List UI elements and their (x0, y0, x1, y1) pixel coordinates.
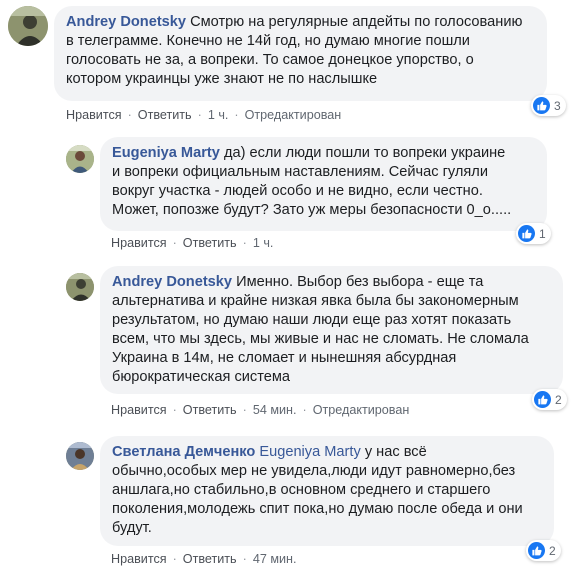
comment-text-line: голосовать не за, а вопреки. То самое до… (66, 52, 474, 68)
comment-text-line: котором украинцы уже знают не по наслышк… (66, 71, 378, 87)
comment-text-line: альтернатива и крайне низкая явка была б… (112, 293, 519, 309)
reaction-count[interactable]: 1 (516, 223, 551, 244)
avatar[interactable] (8, 6, 48, 46)
reaction-number: 2 (555, 392, 562, 407)
comment-text-line: Именно. Выбор без выбора - еще та (236, 274, 484, 290)
comment-actions: Нравится · Ответить · 1 ч. (111, 236, 274, 250)
comment-author[interactable]: Andrey Donetsky (66, 14, 186, 30)
comment-text-line: результатом, но думаю наши люди еще раз … (112, 312, 512, 328)
like-link[interactable]: Нравится (111, 236, 167, 250)
comment-bubble: Eugeniya Marty да) если люди пошли то во… (100, 137, 547, 231)
reaction-number: 3 (554, 98, 561, 113)
edited-label: Отредактирован (312, 403, 410, 417)
like-icon (518, 225, 535, 242)
comment-text-line: будут. (112, 520, 152, 536)
comment-text-line: да) если люди пошли то вопреки украине (223, 145, 506, 161)
reaction-count[interactable]: 2 (526, 540, 561, 561)
avatar[interactable] (66, 273, 94, 301)
comment-actions: Нравится · Ответить · 47 мин. (111, 552, 297, 566)
reaction-number: 1 (539, 226, 546, 241)
comment-text-line: и вопреки официальным наставлениям. Сейч… (112, 164, 488, 180)
comment-text-line: Украина в 14м, не сломает и нынешняя абс… (112, 350, 457, 366)
comment-text-line: всем, что мы здесь, мы живые и нас не сл… (112, 331, 529, 347)
like-icon (533, 97, 550, 114)
comment-text-line: у нас всё (364, 444, 427, 460)
timestamp[interactable]: 1 ч. (208, 108, 229, 122)
reaction-count[interactable]: 2 (532, 389, 567, 410)
like-icon (534, 391, 551, 408)
comment-actions: Нравится · Ответить · 1 ч. · Отредактирован (66, 108, 342, 122)
comment-author[interactable]: Andrey Donetsky (112, 274, 232, 290)
comment-text-line: Может, попозже будут? Зато уж меры безоп… (112, 202, 512, 218)
comment-text-line: обычно,особых мер не увидела,люди идут р… (112, 463, 516, 479)
comment-text-line: бюрократическая система (112, 369, 290, 385)
avatar[interactable] (66, 442, 94, 470)
timestamp[interactable]: 1 ч. (253, 236, 274, 250)
mention-link[interactable]: Eugeniya Marty (259, 444, 360, 460)
avatar[interactable] (66, 145, 94, 173)
reply-link[interactable]: Ответить (183, 403, 237, 417)
comment-text-line: аншлага,но стабильно,в основном среднего… (112, 482, 491, 498)
like-icon (528, 542, 545, 559)
comment-author[interactable]: Eugeniya Marty (112, 145, 220, 161)
like-link[interactable]: Нравится (66, 108, 122, 122)
comment-bubble: Andrey Donetsky Именно. Выбор без выбора… (100, 266, 563, 394)
comment-actions: Нравится · Ответить · 54 мин. · Отредактирован (111, 403, 410, 417)
comment-text-line: поколения,молодежь спит пока,но думаю по… (112, 501, 523, 517)
comment-text-line: вокруг участка - людей особо и не видно,… (112, 183, 483, 199)
edited-label: Отредактирован (244, 108, 342, 122)
reply-link[interactable]: Ответить (183, 236, 237, 250)
reply-link[interactable]: Ответить (183, 552, 237, 566)
comment-bubble: Светлана Демченко Eugeniya Marty у нас в… (100, 436, 554, 546)
timestamp[interactable]: 54 мин. (253, 403, 297, 417)
reply-link[interactable]: Ответить (138, 108, 192, 122)
timestamp[interactable]: 47 мин. (253, 552, 297, 566)
comment-author[interactable]: Светлана Демченко (112, 444, 255, 460)
like-link[interactable]: Нравится (111, 552, 167, 566)
reaction-number: 2 (549, 543, 556, 558)
comment-text-line: в телеграмме. Конечно не 14й год, но дум… (66, 33, 470, 49)
comment-bubble: Andrey Donetsky Смотрю на регулярные апд… (54, 6, 547, 101)
comment-text-line: Смотрю на регулярные апдейты по голосова… (190, 14, 523, 30)
reaction-count[interactable]: 3 (531, 95, 566, 116)
like-link[interactable]: Нравится (111, 403, 167, 417)
